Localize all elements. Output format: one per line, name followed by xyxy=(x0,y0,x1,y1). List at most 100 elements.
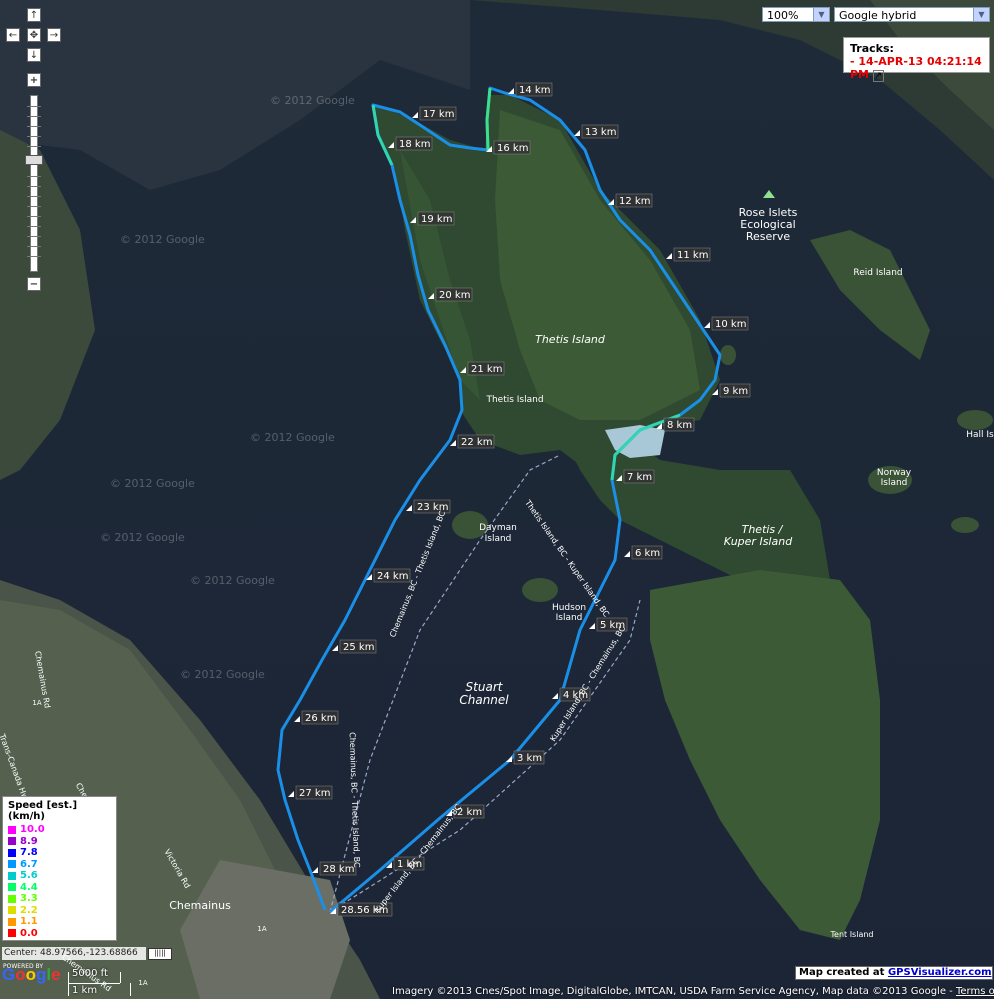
legend-swatch xyxy=(8,837,16,846)
km-marker-label: 9 km xyxy=(723,386,748,397)
center-coordinates: Center: 48.97566,-123.68866 xyxy=(2,947,146,960)
zoom-out-icon[interactable]: − xyxy=(27,277,41,291)
place-label: Kuper Island xyxy=(724,535,793,548)
legend-item: 1.1 xyxy=(8,916,111,928)
legend-swatch xyxy=(8,825,16,834)
place-label: Island xyxy=(485,534,512,544)
legend-swatch xyxy=(8,871,16,880)
place-label: Channel xyxy=(459,693,509,707)
place-label: Dayman xyxy=(479,523,517,533)
google-watermark: © 2012 Google xyxy=(270,94,355,107)
km-marker-label: 11 km xyxy=(677,250,708,261)
arrow-down-icon[interactable]: ↓ xyxy=(27,48,41,62)
km-marker-label: 18 km xyxy=(399,139,430,150)
google-watermark: © 2012 Google xyxy=(120,233,205,246)
zoom-select-value: 100% xyxy=(767,9,799,22)
legend-value: 10.0 xyxy=(20,824,45,836)
km-marker-label: 13 km xyxy=(585,127,616,138)
zoom-select[interactable]: 100% ▼ xyxy=(762,7,830,22)
arrow-left-icon[interactable]: ← xyxy=(6,28,20,42)
scale-km: 1 km xyxy=(72,985,98,996)
legend-item: 7.8 xyxy=(8,847,111,859)
zoom-slider-track[interactable] xyxy=(27,95,41,272)
legend-item: 5.6 xyxy=(8,870,111,882)
km-marker-label: 6 km xyxy=(635,548,660,559)
km-marker-label: 23 km xyxy=(417,502,448,513)
km-marker-label: 20 km xyxy=(439,290,470,301)
place-label: Hall Is xyxy=(966,430,994,440)
place-label: Reid Island xyxy=(853,268,902,278)
legend-swatch xyxy=(8,883,16,892)
map-type-value: Google hybrid xyxy=(839,9,917,22)
arrow-right-icon[interactable]: → xyxy=(47,28,61,42)
legend-item: 4.4 xyxy=(8,882,111,894)
place-label: Stuart xyxy=(466,680,504,694)
zoom-in-icon[interactable]: + xyxy=(27,73,41,87)
legend-title: Speed [est.] (km/h) xyxy=(8,800,78,822)
zoom-slider-handle[interactable] xyxy=(25,155,43,165)
gpsvisualizer-link[interactable]: GPSVisualizer.com xyxy=(888,967,992,978)
legend-swatch xyxy=(8,917,16,926)
km-marker-label: 17 km xyxy=(423,109,454,120)
place-label: Island xyxy=(556,613,583,623)
legend-item: 0.0 xyxy=(8,928,111,940)
legend-value: 1.1 xyxy=(20,916,38,928)
km-marker-label: 12 km xyxy=(619,196,650,207)
route-label: 1A xyxy=(257,925,266,933)
google-logo[interactable]: Google xyxy=(2,965,61,985)
scale-feet: 5000 ft xyxy=(72,968,108,979)
km-marker-label: 3 km xyxy=(517,753,542,764)
tracks-title: Tracks: xyxy=(850,42,894,55)
km-marker-label: 22 km xyxy=(461,437,492,448)
credit-prefix: Map created at xyxy=(799,967,888,978)
km-marker-label: 28 km xyxy=(323,864,354,875)
google-watermark: © 2012 Google xyxy=(250,431,335,444)
external-link-icon[interactable]: ↗ xyxy=(872,70,885,82)
map-scale: 5000 ft 1 km xyxy=(68,968,148,998)
place-label: Chemainus xyxy=(169,899,231,912)
legend-swatch xyxy=(8,860,16,869)
km-marker-label: 24 km xyxy=(377,571,408,582)
km-marker-label: 10 km xyxy=(715,319,746,330)
route-label: 1A xyxy=(32,699,41,707)
chevron-down-icon: ▼ xyxy=(813,8,829,21)
legend-item: 2.2 xyxy=(8,905,111,917)
pan-center-icon[interactable]: ✥ xyxy=(27,28,41,42)
place-label: Tent Island xyxy=(830,930,874,939)
legend-value: 3.3 xyxy=(20,893,38,905)
legend-value: 8.9 xyxy=(20,835,38,847)
google-watermark: © 2012 Google xyxy=(100,531,185,544)
legend-value: 6.7 xyxy=(20,858,38,870)
legend-swatch xyxy=(8,929,16,938)
km-marker-label: 26 km xyxy=(305,713,336,724)
legend-item: 10.0 xyxy=(8,824,111,836)
legend-item: 6.7 xyxy=(8,859,111,871)
legend-swatch xyxy=(8,848,16,857)
place-label: Reserve xyxy=(746,230,790,243)
place-label: Island xyxy=(881,478,908,488)
legend-item: 8.9 xyxy=(8,836,111,848)
km-marker-label: 8 km xyxy=(667,420,692,431)
km-marker-label: 25 km xyxy=(343,642,374,653)
map-type-select[interactable]: Google hybrid ▼ xyxy=(834,7,990,22)
legend-value: 4.4 xyxy=(20,881,38,893)
place-label: Thetis Island xyxy=(535,333,606,346)
km-marker-label: 27 km xyxy=(299,788,330,799)
legend-value: 5.6 xyxy=(20,870,38,882)
track-entry[interactable]: - 14-APR-13 04:21:14 PM xyxy=(850,55,982,81)
google-watermark: © 2012 Google xyxy=(190,574,275,587)
arrow-up-icon[interactable]: ↑ xyxy=(27,8,41,22)
google-watermark: © 2012 Google xyxy=(180,668,265,681)
speed-legend: Speed [est.] (km/h) 10.0 8.9 7.8 6.7 5.6 4.4 3… xyxy=(2,796,117,941)
km-marker-label: 21 km xyxy=(471,364,502,375)
terms-of-use-link[interactable]: Terms of Use xyxy=(956,986,994,997)
tracks-panel: Tracks: - 14-APR-13 04:21:14 PM ↗ xyxy=(843,37,990,82)
satellite-map[interactable]: 1 km2 km3 km4 km5 km6 km7 km8 km9 km10 k… xyxy=(0,0,994,999)
legend-value: 2.2 xyxy=(20,904,38,916)
legend-item: 3.3 xyxy=(8,893,111,905)
km-marker-label: 14 km xyxy=(519,85,550,96)
chevron-down-icon: ▼ xyxy=(973,8,989,21)
legend-value: 7.8 xyxy=(20,847,38,859)
km-marker-label: 19 km xyxy=(421,214,452,225)
place-label: Hudson xyxy=(552,603,586,613)
